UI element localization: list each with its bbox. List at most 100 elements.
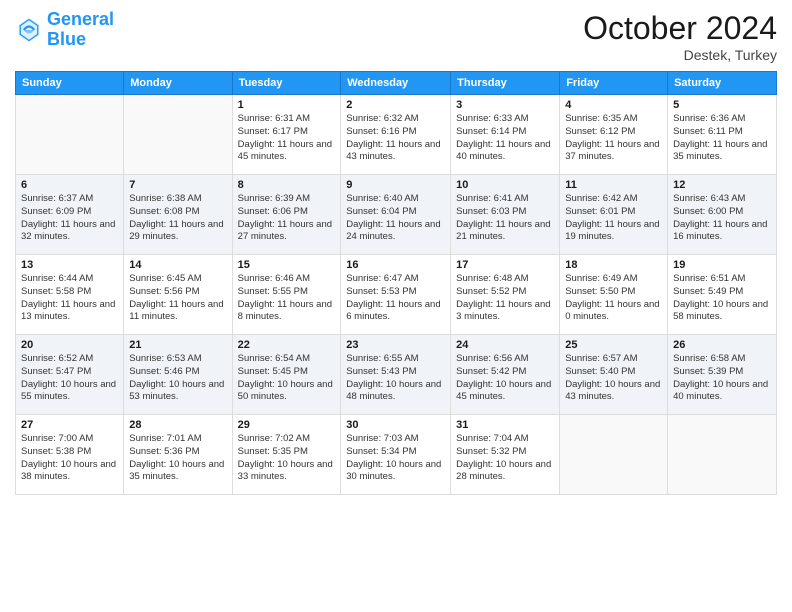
day-number: 22 — [238, 339, 336, 351]
day-number: 21 — [129, 339, 226, 351]
day-number: 20 — [21, 339, 118, 351]
calendar-cell: 3Sunrise: 6:33 AM Sunset: 6:14 PM Daylig… — [451, 95, 560, 175]
day-number: 26 — [673, 339, 771, 351]
col-tuesday: Tuesday — [232, 72, 341, 95]
day-number: 24 — [456, 339, 554, 351]
day-number: 6 — [21, 179, 118, 191]
day-info: Sunrise: 6:57 AM Sunset: 5:40 PM Dayligh… — [565, 353, 662, 404]
day-info: Sunrise: 6:53 AM Sunset: 5:46 PM Dayligh… — [129, 353, 226, 404]
calendar-cell: 20 Sunrise: 6:52 AM Sunset: 5:47 PM Dayli… — [16, 335, 124, 415]
calendar-cell: 27Sunrise: 7:00 AM Sunset: 5:38 PM Dayli… — [16, 415, 124, 495]
day-info: Sunrise: 6:31 AM Sunset: 6:17 PM Dayligh… — [238, 113, 336, 164]
calendar-cell: 6 Sunrise: 6:37 AM Sunset: 6:09 PM Daylig… — [16, 175, 124, 255]
day-info: Sunrise: 6:56 AM Sunset: 5:42 PM Dayligh… — [456, 353, 554, 404]
calendar-cell: 23 Sunrise: 6:55 AM Sunset: 5:43 PM Dayli… — [341, 335, 451, 415]
col-wednesday: Wednesday — [341, 72, 451, 95]
calendar-cell: 11Sunrise: 6:42 AM Sunset: 6:01 PM Dayli… — [560, 175, 668, 255]
day-number: 11 — [565, 179, 662, 191]
calendar-cell: 1 Sunrise: 6:31 AM Sunset: 6:17 PM Daylig… — [232, 95, 341, 175]
day-number: 17 — [456, 259, 554, 271]
calendar-cell — [560, 415, 668, 495]
calendar-cell: 10Sunrise: 6:41 AM Sunset: 6:03 PM Dayli… — [451, 175, 560, 255]
calendar-cell: 9 Sunrise: 6:40 AM Sunset: 6:04 PM Daylig… — [341, 175, 451, 255]
col-saturday: Saturday — [668, 72, 777, 95]
day-info: Sunrise: 6:40 AM Sunset: 6:04 PM Dayligh… — [346, 193, 445, 244]
logo-text: General Blue — [47, 10, 114, 50]
logo-icon — [15, 16, 43, 44]
calendar-cell: 8Sunrise: 6:39 AM Sunset: 6:06 PM Daylig… — [232, 175, 341, 255]
calendar-cell: 12 Sunrise: 6:43 AM Sunset: 6:00 PM Dayli… — [668, 175, 777, 255]
calendar-week-4: 20 Sunrise: 6:52 AM Sunset: 5:47 PM Dayli… — [16, 335, 777, 415]
day-info: Sunrise: 7:00 AM Sunset: 5:38 PM Dayligh… — [21, 433, 118, 484]
calendar-cell: 31 Sunrise: 7:04 AM Sunset: 5:32 PM Dayli… — [451, 415, 560, 495]
day-number: 10 — [456, 179, 554, 191]
col-friday: Friday — [560, 72, 668, 95]
calendar-cell: 22 Sunrise: 6:54 AM Sunset: 5:45 PM Dayli… — [232, 335, 341, 415]
calendar-cell: 5 Sunrise: 6:36 AM Sunset: 6:11 PM Daylig… — [668, 95, 777, 175]
day-number: 4 — [565, 99, 662, 111]
day-info: Sunrise: 6:35 AM Sunset: 6:12 PM Dayligh… — [565, 113, 662, 164]
day-number: 31 — [456, 419, 554, 431]
day-number: 30 — [346, 419, 445, 431]
day-info: Sunrise: 6:54 AM Sunset: 5:45 PM Dayligh… — [238, 353, 336, 404]
day-number: 7 — [129, 179, 226, 191]
calendar-week-1: 1 Sunrise: 6:31 AM Sunset: 6:17 PM Daylig… — [16, 95, 777, 175]
day-number: 23 — [346, 339, 445, 351]
day-number: 12 — [673, 179, 771, 191]
calendar-week-2: 6 Sunrise: 6:37 AM Sunset: 6:09 PM Daylig… — [16, 175, 777, 255]
day-info: Sunrise: 6:37 AM Sunset: 6:09 PM Dayligh… — [21, 193, 118, 244]
day-number: 9 — [346, 179, 445, 191]
calendar-cell: 30 Sunrise: 7:03 AM Sunset: 5:34 PM Dayli… — [341, 415, 451, 495]
col-monday: Monday — [124, 72, 232, 95]
day-number: 1 — [238, 99, 336, 111]
day-number: 15 — [238, 259, 336, 271]
day-info: Sunrise: 6:38 AM Sunset: 6:08 PM Dayligh… — [129, 193, 226, 244]
location-subtitle: Destek, Turkey — [583, 47, 777, 63]
day-number: 2 — [346, 99, 445, 111]
day-info: Sunrise: 6:58 AM Sunset: 5:39 PM Dayligh… — [673, 353, 771, 404]
day-info: Sunrise: 6:51 AM Sunset: 5:49 PM Dayligh… — [673, 273, 771, 324]
day-info: Sunrise: 6:43 AM Sunset: 6:00 PM Dayligh… — [673, 193, 771, 244]
day-number: 5 — [673, 99, 771, 111]
calendar-cell: 16 Sunrise: 6:47 AM Sunset: 5:53 PM Dayli… — [341, 255, 451, 335]
day-info: Sunrise: 7:03 AM Sunset: 5:34 PM Dayligh… — [346, 433, 445, 484]
header-row: Sunday Monday Tuesday Wednesday Thursday… — [16, 72, 777, 95]
calendar-cell — [16, 95, 124, 175]
day-number: 19 — [673, 259, 771, 271]
calendar-table: Sunday Monday Tuesday Wednesday Thursday… — [15, 71, 777, 495]
day-info: Sunrise: 6:55 AM Sunset: 5:43 PM Dayligh… — [346, 353, 445, 404]
calendar-cell: 7 Sunrise: 6:38 AM Sunset: 6:08 PM Daylig… — [124, 175, 232, 255]
day-info: Sunrise: 6:47 AM Sunset: 5:53 PM Dayligh… — [346, 273, 445, 324]
day-info: Sunrise: 7:04 AM Sunset: 5:32 PM Dayligh… — [456, 433, 554, 484]
calendar-cell: 4 Sunrise: 6:35 AM Sunset: 6:12 PM Daylig… — [560, 95, 668, 175]
calendar-cell: 17Sunrise: 6:48 AM Sunset: 5:52 PM Dayli… — [451, 255, 560, 335]
col-thursday: Thursday — [451, 72, 560, 95]
day-info: Sunrise: 6:36 AM Sunset: 6:11 PM Dayligh… — [673, 113, 771, 164]
logo: General Blue — [15, 10, 114, 50]
logo-line1: General — [47, 9, 114, 29]
header: General Blue October 2024 Destek, Turkey — [15, 10, 777, 63]
calendar-cell: 24 Sunrise: 6:56 AM Sunset: 5:42 PM Dayli… — [451, 335, 560, 415]
day-info: Sunrise: 7:02 AM Sunset: 5:35 PM Dayligh… — [238, 433, 336, 484]
day-number: 3 — [456, 99, 554, 111]
day-info: Sunrise: 7:01 AM Sunset: 5:36 PM Dayligh… — [129, 433, 226, 484]
calendar-body: 1 Sunrise: 6:31 AM Sunset: 6:17 PM Daylig… — [16, 95, 777, 495]
calendar-cell: 18Sunrise: 6:49 AM Sunset: 5:50 PM Dayli… — [560, 255, 668, 335]
calendar-cell: 28Sunrise: 7:01 AM Sunset: 5:36 PM Dayli… — [124, 415, 232, 495]
calendar-cell: 21 Sunrise: 6:53 AM Sunset: 5:46 PM Dayli… — [124, 335, 232, 415]
day-number: 16 — [346, 259, 445, 271]
day-number: 14 — [129, 259, 226, 271]
calendar-cell: 19 Sunrise: 6:51 AM Sunset: 5:49 PM Dayli… — [668, 255, 777, 335]
day-number: 29 — [238, 419, 336, 431]
day-info: Sunrise: 6:46 AM Sunset: 5:55 PM Dayligh… — [238, 273, 336, 324]
calendar-cell: 25 Sunrise: 6:57 AM Sunset: 5:40 PM Dayli… — [560, 335, 668, 415]
calendar-cell: 26 Sunrise: 6:58 AM Sunset: 5:39 PM Dayli… — [668, 335, 777, 415]
day-info: Sunrise: 6:52 AM Sunset: 5:47 PM Dayligh… — [21, 353, 118, 404]
day-info: Sunrise: 6:45 AM Sunset: 5:56 PM Dayligh… — [129, 273, 226, 324]
calendar-cell: 29 Sunrise: 7:02 AM Sunset: 5:35 PM Dayli… — [232, 415, 341, 495]
calendar-cell — [668, 415, 777, 495]
day-number: 25 — [565, 339, 662, 351]
col-sunday: Sunday — [16, 72, 124, 95]
logo-line2: Blue — [47, 29, 86, 49]
day-info: Sunrise: 6:44 AM Sunset: 5:58 PM Dayligh… — [21, 273, 118, 324]
